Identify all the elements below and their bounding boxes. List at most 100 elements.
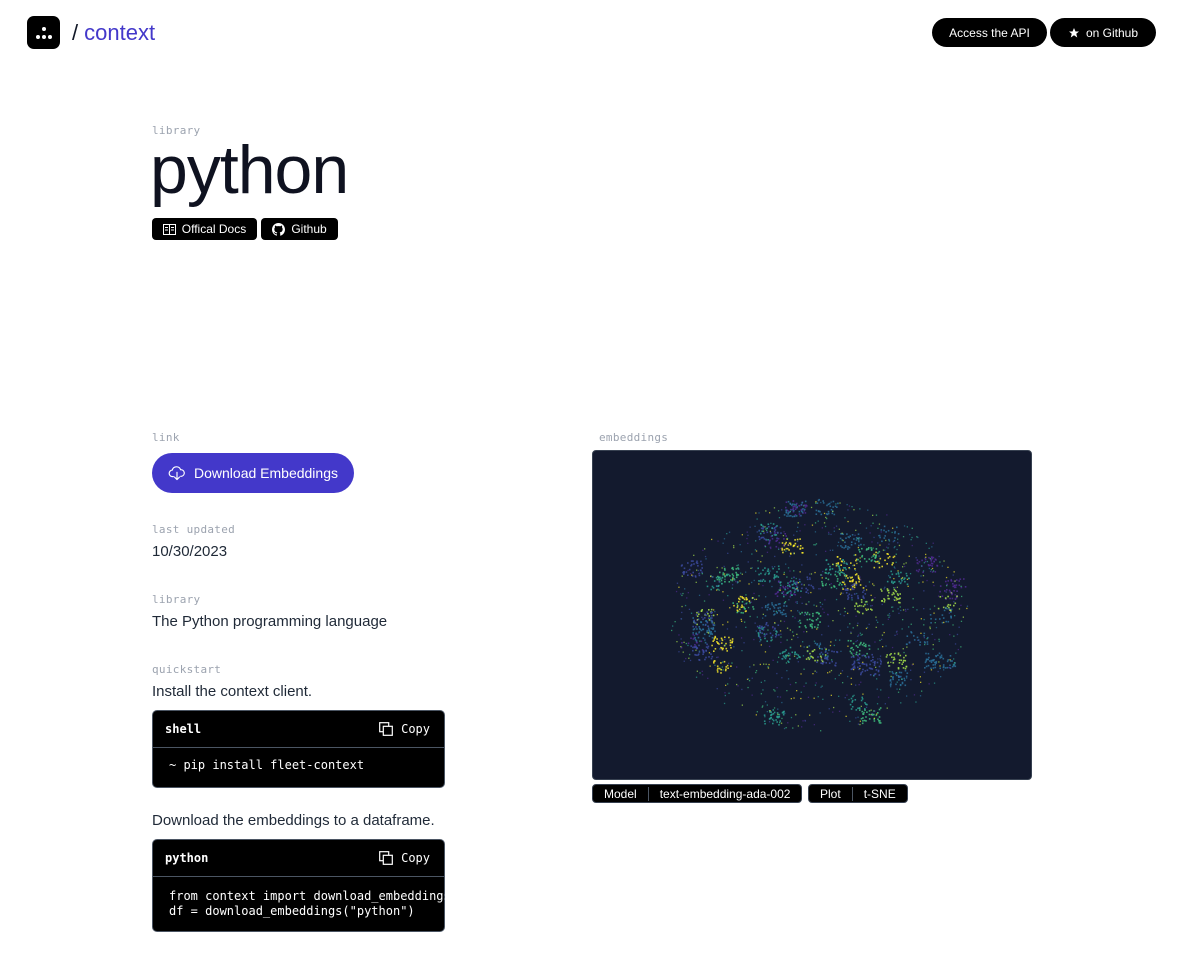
- embedding-point: [877, 621, 879, 623]
- embedding-point: [857, 654, 859, 657]
- embedding-point: [749, 666, 751, 668]
- embedding-point: [779, 587, 782, 589]
- embedding-point: [937, 654, 939, 656]
- embedding-point: [764, 580, 766, 582]
- embedding-point: [703, 633, 706, 636]
- embedding-point: [787, 722, 789, 724]
- embedding-point: [823, 512, 826, 515]
- embedding-point: [762, 613, 764, 615]
- embedding-point: [864, 670, 867, 672]
- embedding-point: [766, 704, 768, 706]
- embedding-point: [696, 562, 699, 565]
- embedding-point: [847, 598, 849, 600]
- embedding-point: [793, 655, 796, 657]
- embedding-point: [741, 606, 744, 608]
- copy-button[interactable]: Copy: [379, 722, 430, 736]
- embedding-point: [787, 584, 789, 587]
- embedding-point: [751, 567, 753, 569]
- embedding-point: [893, 587, 895, 589]
- embedding-point: [893, 593, 895, 595]
- embedding-point: [794, 539, 796, 541]
- embedding-point: [893, 652, 896, 655]
- embedding-point: [697, 569, 699, 572]
- embedding-point: [865, 560, 868, 563]
- embedding-point: [844, 546, 847, 548]
- embedding-point: [709, 665, 711, 667]
- embedding-point: [855, 559, 857, 562]
- code-language: shell: [165, 722, 202, 736]
- embedding-point: [878, 674, 881, 676]
- embedding-point: [770, 714, 772, 716]
- logo[interactable]: [27, 16, 60, 49]
- embedding-point: [904, 580, 906, 583]
- embedding-point: [854, 574, 857, 576]
- embedding-point: [857, 533, 860, 535]
- embedding-point: [872, 555, 874, 557]
- embedding-point: [899, 684, 902, 687]
- embedding-point: [869, 645, 871, 647]
- embedding-point: [837, 571, 839, 573]
- embedding-point: [764, 567, 766, 569]
- embedding-point: [887, 529, 890, 532]
- embedding-point: [888, 597, 890, 600]
- embedding-point: [963, 578, 965, 580]
- embedding-point: [889, 654, 891, 656]
- embedding-point: [779, 652, 781, 655]
- embedding-point: [879, 557, 882, 560]
- library-description: The Python programming language: [152, 613, 388, 630]
- embedding-point: [723, 565, 725, 568]
- embedding-point: [702, 653, 704, 655]
- embedding-point: [814, 571, 816, 574]
- embeddings-plot[interactable]: [592, 450, 1032, 780]
- embedding-point: [789, 683, 792, 686]
- embedding-point: [928, 683, 930, 685]
- embedding-point: [767, 629, 769, 631]
- access-api-button[interactable]: Access the API: [932, 18, 1047, 47]
- embedding-point: [687, 592, 689, 594]
- embedding-point: [711, 620, 713, 622]
- official-docs-chip[interactable]: Offical Docs: [152, 218, 257, 240]
- embedding-point: [784, 712, 786, 714]
- embedding-point: [718, 581, 720, 583]
- embedding-point: [852, 584, 854, 586]
- embedding-point: [842, 588, 844, 590]
- embedding-point: [803, 505, 805, 507]
- embedding-point: [701, 567, 703, 569]
- embedding-point: [932, 581, 934, 583]
- embedding-point: [860, 641, 862, 644]
- brand-link[interactable]: context: [84, 20, 155, 45]
- embedding-point: [831, 512, 834, 515]
- embedding-point: [719, 640, 721, 642]
- embedding-point: [952, 663, 955, 666]
- embedding-point: [805, 626, 807, 629]
- embedding-point: [936, 565, 939, 567]
- download-embeddings-label: Download Embeddings: [194, 465, 338, 481]
- embedding-point: [947, 580, 949, 582]
- embedding-point: [948, 612, 950, 614]
- embedding-point: [881, 634, 884, 636]
- github-chip[interactable]: Github: [261, 218, 338, 240]
- embedding-point: [796, 545, 799, 548]
- embedding-point: [866, 703, 868, 706]
- embedding-point: [880, 689, 882, 691]
- embedding-point: [828, 649, 830, 651]
- embedding-point: [830, 573, 832, 576]
- embedding-point: [785, 654, 787, 657]
- embedding-point: [851, 597, 853, 599]
- github-star-button[interactable]: on Github: [1050, 18, 1156, 47]
- embedding-point: [814, 670, 816, 672]
- embedding-point: [844, 611, 846, 613]
- embedding-point: [830, 533, 832, 536]
- embedding-point: [839, 574, 841, 576]
- copy-button[interactable]: Copy: [379, 851, 430, 865]
- embedding-point: [953, 601, 955, 603]
- embedding-point: [861, 671, 864, 673]
- embedding-point: [687, 642, 690, 645]
- embedding-point: [756, 711, 758, 713]
- embedding-point: [773, 530, 776, 533]
- embedding-point: [832, 510, 834, 513]
- download-embeddings-button[interactable]: Download Embeddings: [152, 453, 354, 493]
- embedding-point: [741, 601, 744, 603]
- embedding-point: [785, 547, 788, 550]
- embedding-point: [798, 611, 800, 613]
